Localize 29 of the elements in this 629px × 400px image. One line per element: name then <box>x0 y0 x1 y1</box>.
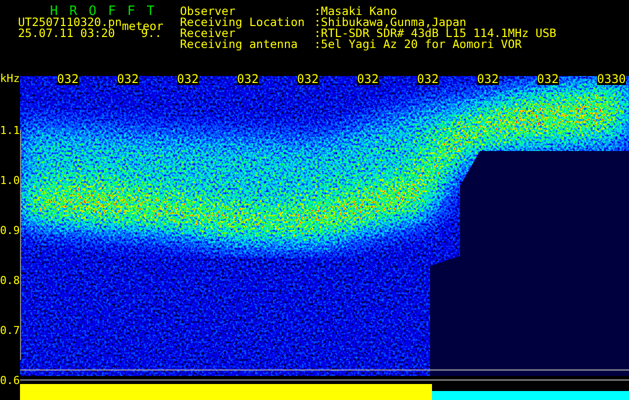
timestamp: 25.07.11 03:20 <box>18 28 115 39</box>
axis-tick-label: 0.6 <box>0 374 20 387</box>
info-value: :Masaki Kano <box>314 6 398 17</box>
axis-tick-label: 1.0 <box>0 174 20 187</box>
time-label: 032 <box>417 73 439 85</box>
axis-tick-label: 0.9 <box>0 224 20 237</box>
time-label: 032 <box>117 73 139 85</box>
info-label: Receiving Location <box>180 17 306 28</box>
info-value: :Shibukawa,Gunma,Japan <box>314 17 468 28</box>
time-label: 0330 <box>597 73 626 85</box>
mode-label: meteor <box>122 21 164 32</box>
time-label: 032 <box>477 73 499 85</box>
info-label: Observer <box>180 6 236 17</box>
file-name: UT2507110320.pn <box>18 17 122 28</box>
time-label: 032 <box>237 73 259 85</box>
info-value: :5el Yagi Az 20 for Aomori VOR <box>314 39 523 50</box>
info-value: :RTL-SDR SDR# 43dB L15 114.1MHz USB <box>314 28 556 39</box>
axis-tick-label: 0.7 <box>0 324 20 337</box>
time-label: 032 <box>177 73 199 85</box>
time-label: 032 <box>57 73 79 85</box>
time-label: 032 <box>537 73 559 85</box>
time-label: 032 <box>357 73 379 85</box>
axis-tick-label: 0.8 <box>0 274 20 287</box>
app-title: HROFFT <box>50 6 167 17</box>
info-label: Receiver <box>180 28 236 39</box>
axis-tick-label: 1.1 <box>0 124 20 137</box>
info-label: Receiving antenna <box>180 39 299 50</box>
unit-label: kHz <box>0 72 20 85</box>
time-label: 032 <box>297 73 319 85</box>
